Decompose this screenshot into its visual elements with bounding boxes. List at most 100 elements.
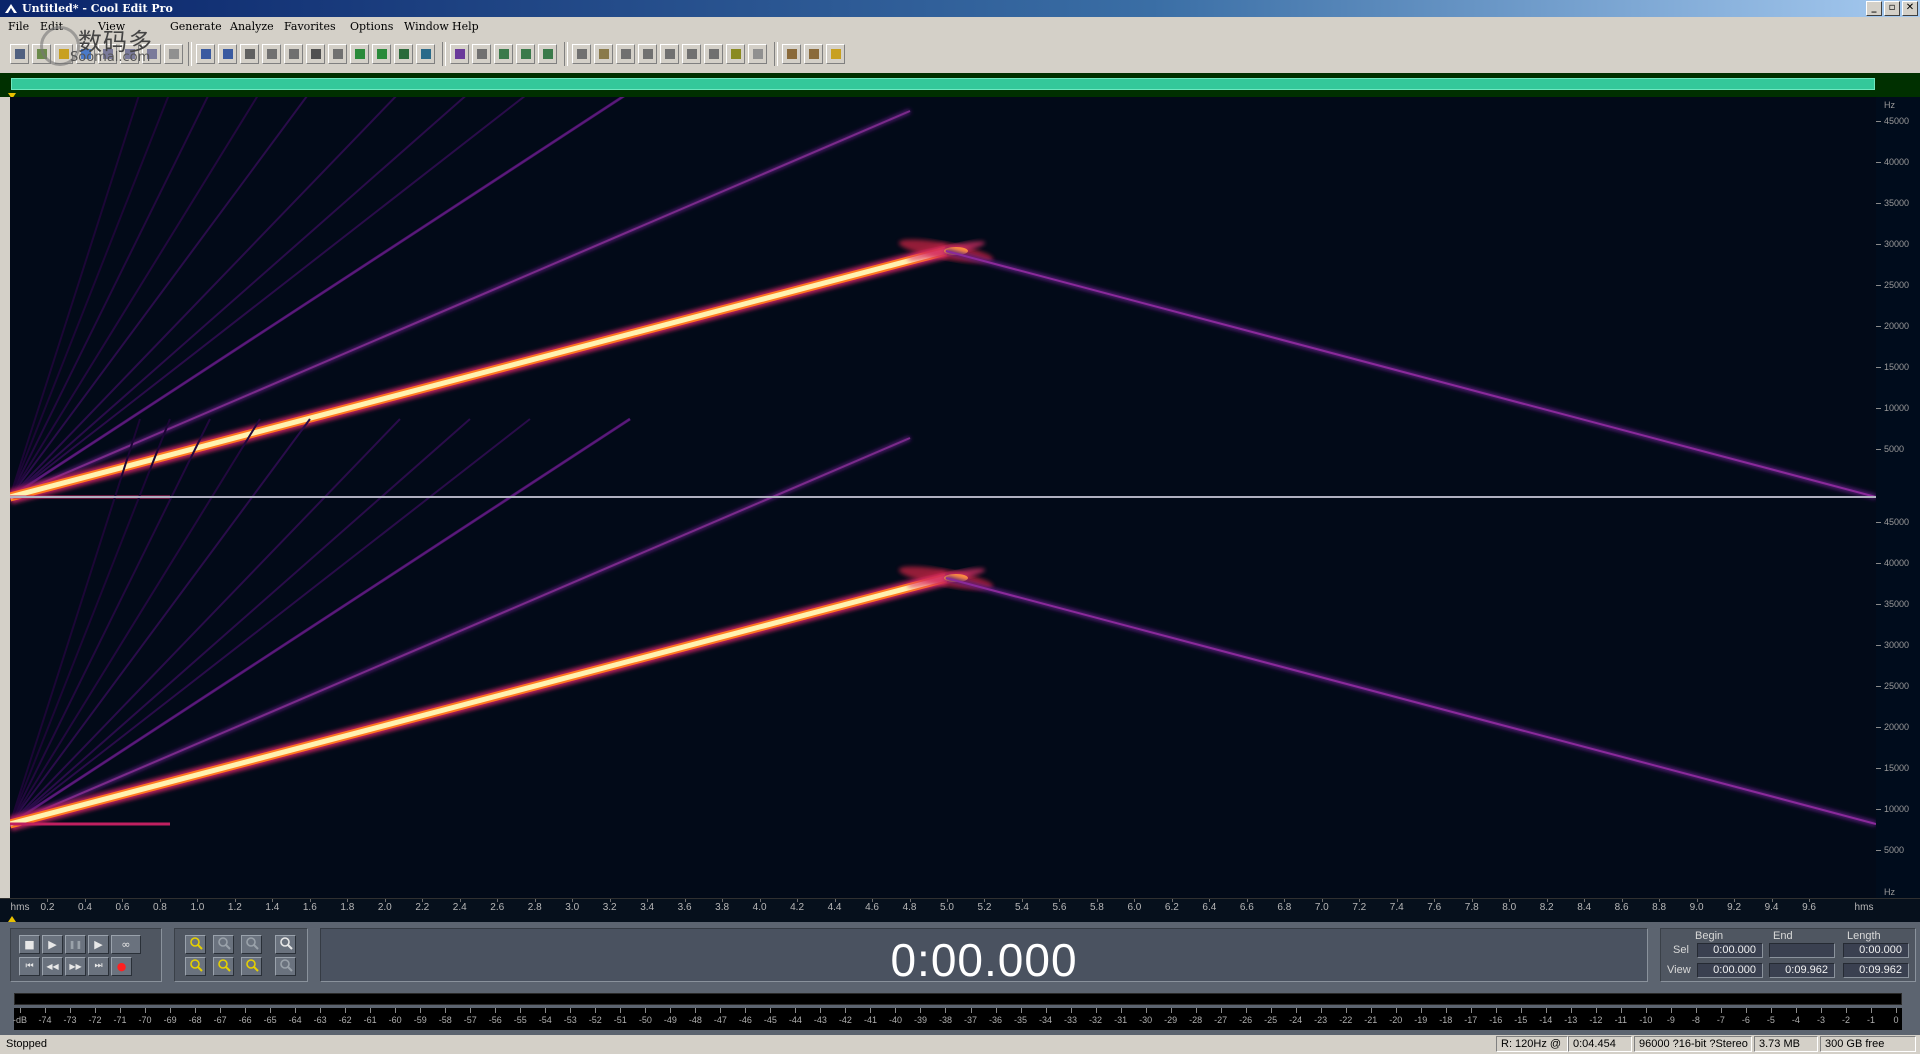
- spectral-display-icon[interactable]: [472, 44, 491, 64]
- spectral-phase-icon[interactable]: [516, 44, 535, 64]
- cut-icon[interactable]: [306, 44, 325, 64]
- zoom-in-vertical-icon[interactable]: [275, 935, 296, 954]
- menu-window[interactable]: Window: [404, 17, 449, 36]
- level-tick: [770, 1008, 772, 1013]
- zoom-selection-icon[interactable]: [241, 957, 262, 976]
- settings-icon[interactable]: [782, 44, 801, 64]
- time-label: 5.4: [1015, 902, 1029, 913]
- info-icon[interactable]: [682, 44, 701, 64]
- menu-options[interactable]: Options: [350, 17, 393, 36]
- scripts-icon[interactable]: [616, 44, 635, 64]
- repeat-icon[interactable]: [240, 44, 259, 64]
- trim-icon[interactable]: [394, 44, 413, 64]
- level-tick: [70, 1008, 72, 1013]
- restore-button[interactable]: ▫: [1884, 1, 1900, 16]
- fast-forward-button[interactable]: ▶▶: [65, 957, 86, 976]
- level-label: -32: [1089, 1015, 1103, 1025]
- save-as-icon[interactable]: [142, 44, 161, 64]
- rewind-button[interactable]: ◀◀: [42, 957, 63, 976]
- time-ruler[interactable]: hms hms 0.2 0.4 0.6 0.8 1.0 1.2 1.4 1.6 1.8 2.0 2.…: [0, 898, 1920, 917]
- options-icon[interactable]: [804, 44, 823, 64]
- hide-icon[interactable]: [748, 44, 767, 64]
- sel-length-field[interactable]: 0:00.000: [1843, 943, 1909, 958]
- cue-list-icon[interactable]: [638, 44, 657, 64]
- waveform-view-icon[interactable]: [32, 44, 51, 64]
- go-to-end-button[interactable]: ⏭: [88, 957, 109, 976]
- zoom-out-horizontal-icon[interactable]: [213, 935, 234, 954]
- redo-icon[interactable]: [218, 44, 237, 64]
- loop-settings-icon[interactable]: [704, 44, 723, 64]
- status-state: Stopped: [6, 1038, 47, 1050]
- level-tick: [945, 1008, 947, 1013]
- pause-button[interactable]: ❚❚: [65, 935, 86, 954]
- spectral-pan-icon[interactable]: [494, 44, 513, 64]
- stop-button[interactable]: ■: [19, 935, 40, 954]
- view-end-field[interactable]: 0:09.962: [1769, 963, 1835, 978]
- minimize-button[interactable]: _: [1866, 1, 1882, 16]
- zoom-in-horizontal-icon[interactable]: [185, 935, 206, 954]
- go-to-start-button[interactable]: ⏮: [19, 957, 40, 976]
- mix-paste-icon[interactable]: [372, 44, 391, 64]
- time-label: 2.0: [377, 902, 392, 913]
- app-logo-icon: [5, 4, 17, 13]
- new-file-icon[interactable]: [98, 44, 117, 64]
- level-tick: [670, 1008, 672, 1013]
- close-button[interactable]: ✕: [1902, 1, 1918, 16]
- play-button[interactable]: ▶: [42, 935, 63, 954]
- zoom-out-vertical-icon[interactable]: [275, 957, 296, 976]
- frequency-analysis-icon[interactable]: [572, 44, 591, 64]
- favorites-icon[interactable]: [726, 44, 745, 64]
- zoom-to-right-icon[interactable]: [213, 957, 234, 976]
- record-button[interactable]: ●: [111, 957, 132, 976]
- level-tick: [1795, 1008, 1797, 1013]
- open-file-icon[interactable]: [54, 44, 73, 64]
- loop-button[interactable]: ∞: [111, 935, 141, 954]
- play-to-end-button[interactable]: ▶: [88, 935, 109, 954]
- paste-new-icon[interactable]: [350, 44, 369, 64]
- statistics-icon[interactable]: [594, 44, 613, 64]
- level-tick: [1345, 1008, 1347, 1013]
- level-tick: [845, 1008, 847, 1013]
- append-file-icon[interactable]: [120, 44, 139, 64]
- level-label: -1: [1866, 1015, 1875, 1025]
- time-label: 0.2: [40, 902, 55, 913]
- menu-view[interactable]: View: [98, 17, 125, 36]
- overview-range[interactable]: [11, 78, 1875, 90]
- level-label: -38: [938, 1015, 952, 1025]
- help-icon[interactable]: [826, 44, 845, 64]
- level-tick: [270, 1008, 272, 1013]
- multitrack-toggle-icon[interactable]: [10, 44, 29, 64]
- delete-silence-icon[interactable]: [416, 44, 435, 64]
- sel-end-field[interactable]: [1769, 943, 1835, 958]
- menu-help[interactable]: Help: [452, 17, 479, 36]
- level-label: -29: [1164, 1015, 1178, 1025]
- save-file-icon[interactable]: [76, 44, 95, 64]
- close-file-icon[interactable]: [164, 44, 183, 64]
- zoom-to-left-icon[interactable]: [185, 957, 206, 976]
- level-tick: [495, 1008, 497, 1013]
- menu-favorites[interactable]: Favorites: [284, 17, 336, 36]
- sel-begin-field[interactable]: 0:00.000: [1697, 943, 1763, 958]
- level-label: -50: [638, 1015, 652, 1025]
- time-label: 9.4: [1764, 902, 1779, 913]
- level-label: -63: [313, 1015, 327, 1025]
- play-list-icon[interactable]: [660, 44, 679, 64]
- copy-icon[interactable]: [262, 44, 281, 64]
- menu-file[interactable]: File: [8, 17, 29, 36]
- level-tick: [420, 1008, 422, 1013]
- menu-analyze[interactable]: Analyze: [230, 17, 274, 36]
- menu-generate[interactable]: Generate: [170, 17, 222, 36]
- overview-bar[interactable]: [0, 73, 1920, 99]
- undo-icon[interactable]: [196, 44, 215, 64]
- view-begin-field[interactable]: 0:00.000: [1697, 963, 1763, 978]
- view-length-field[interactable]: 0:09.962: [1843, 963, 1909, 978]
- paste-icon[interactable]: [328, 44, 347, 64]
- waveform-display-icon[interactable]: [450, 44, 469, 64]
- zoom-full-icon[interactable]: [241, 935, 262, 954]
- spectral-bar-icon[interactable]: [538, 44, 557, 64]
- level-tick: [970, 1008, 972, 1013]
- menu-edit[interactable]: Edit: [40, 17, 63, 36]
- time-label: 6.8: [1277, 902, 1292, 913]
- copy-new-icon[interactable]: [284, 44, 303, 64]
- level-tick: [170, 1008, 172, 1013]
